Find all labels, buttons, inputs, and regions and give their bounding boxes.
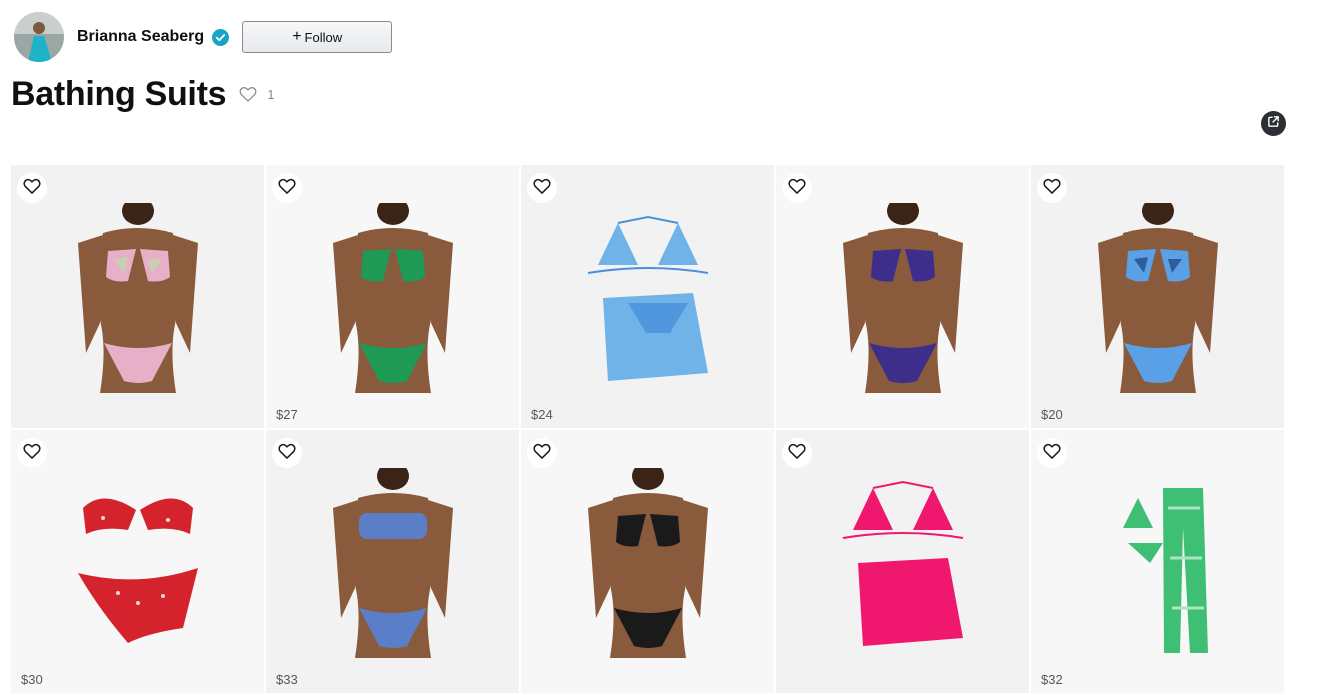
heart-icon	[1042, 441, 1062, 466]
product-price: $27	[276, 407, 298, 422]
product-image[interactable]	[558, 468, 738, 658]
heart-icon	[22, 441, 42, 466]
product-image[interactable]	[1068, 468, 1248, 658]
share-icon	[1267, 115, 1280, 133]
product-image[interactable]	[813, 203, 993, 393]
product-image[interactable]	[48, 468, 228, 658]
product-price: $20	[1041, 407, 1063, 422]
favorite-button[interactable]	[1037, 173, 1067, 203]
heart-icon	[1042, 176, 1062, 201]
favorite-button[interactable]	[17, 173, 47, 203]
product-card[interactable]: $30	[11, 430, 264, 693]
heart-icon	[532, 176, 552, 201]
favorite-button[interactable]	[1037, 438, 1067, 468]
product-card[interactable]: $32	[1031, 430, 1284, 693]
product-image[interactable]	[558, 203, 738, 393]
favorite-button[interactable]	[782, 173, 812, 203]
share-button[interactable]	[1261, 111, 1286, 136]
product-image[interactable]	[303, 203, 483, 393]
heart-icon	[277, 441, 297, 466]
plus-icon: +	[292, 28, 302, 45]
creator-header: Brianna Seaberg + Follow	[14, 12, 393, 62]
list-header: Bathing Suits 1	[11, 74, 274, 114]
product-price: $24	[531, 407, 553, 422]
heart-icon	[787, 441, 807, 466]
like-count: 1	[267, 86, 275, 102]
product-card[interactable]	[776, 430, 1029, 693]
heart-icon	[277, 176, 297, 201]
product-card[interactable]	[776, 165, 1029, 428]
product-card[interactable]	[11, 165, 264, 428]
product-price: $33	[276, 672, 298, 687]
product-card[interactable]: $27	[266, 165, 519, 428]
product-image[interactable]	[813, 468, 993, 658]
heart-icon[interactable]	[238, 84, 258, 104]
favorite-button[interactable]	[272, 438, 302, 468]
favorite-button[interactable]	[527, 438, 557, 468]
creator-name[interactable]: Brianna Seaberg	[77, 28, 204, 46]
favorite-button[interactable]	[527, 173, 557, 203]
page-title: Bathing Suits	[11, 74, 227, 113]
product-card[interactable]	[521, 430, 774, 693]
favorite-button[interactable]	[782, 438, 812, 468]
product-image[interactable]	[48, 203, 228, 393]
follow-button[interactable]: + Follow	[242, 21, 393, 53]
heart-icon	[787, 176, 807, 201]
product-price: $30	[21, 672, 43, 687]
favorite-button[interactable]	[17, 438, 47, 468]
verified-check-icon	[212, 28, 230, 46]
product-grid: $27 $24 $20 $30 $33 $32	[11, 165, 1286, 695]
heart-icon	[532, 441, 552, 466]
avatar[interactable]	[14, 12, 64, 62]
favorite-button[interactable]	[272, 173, 302, 203]
heart-icon	[22, 176, 42, 201]
product-price: $32	[1041, 672, 1063, 687]
product-card[interactable]: $24	[521, 165, 774, 428]
product-image[interactable]	[1068, 203, 1248, 393]
follow-label: Follow	[304, 29, 343, 45]
product-image[interactable]	[303, 468, 483, 658]
product-card[interactable]: $20	[1031, 165, 1284, 428]
product-card[interactable]: $33	[266, 430, 519, 693]
